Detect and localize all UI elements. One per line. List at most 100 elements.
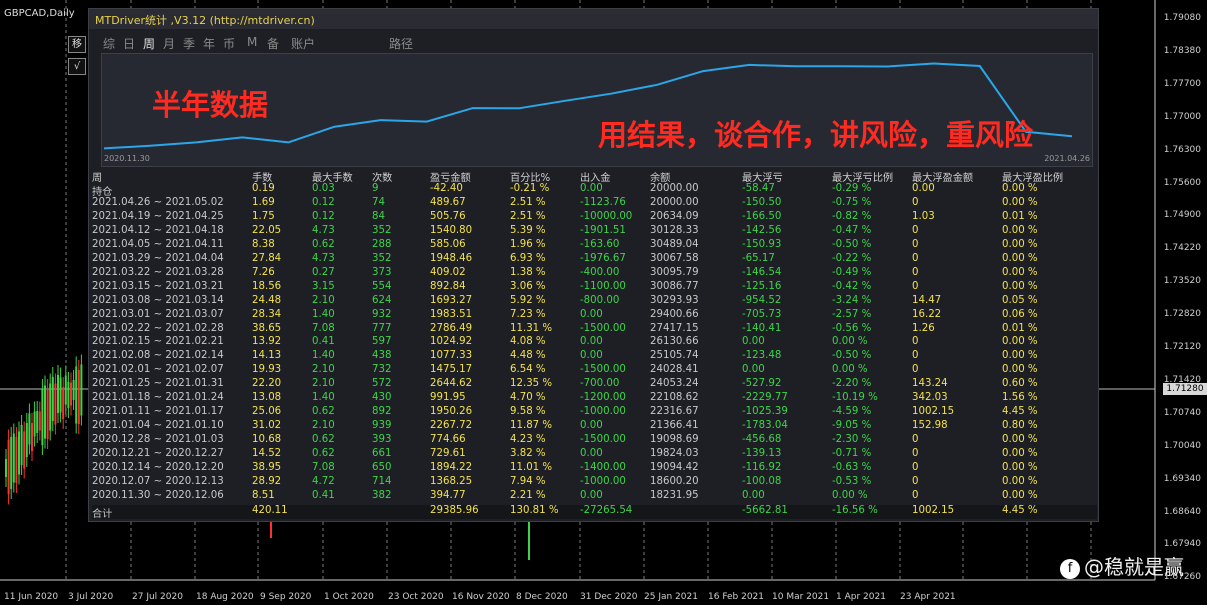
table-cell: -125.16	[742, 280, 782, 292]
table-cell: 729.61	[430, 448, 466, 460]
table-cell: 0.00 %	[1002, 489, 1038, 501]
table-cell: 2021.04.05 ~ 2021.04.11	[92, 238, 224, 250]
table-cell: -166.50	[742, 210, 782, 222]
table-row[interactable]: 2021.01.04 ~ 2021.01.10 31.02 2.10 939 2267.…	[92, 420, 1097, 434]
table-row[interactable]: 2021.03.15 ~ 2021.03.21 18.56 3.15 554 892.8…	[92, 281, 1097, 295]
tab-9[interactable]: 账户	[291, 35, 315, 52]
table-cell: 6.93 %	[510, 252, 546, 264]
table-cell: 1540.80	[430, 224, 473, 236]
table-row[interactable]: 2020.12.28 ~ 2021.01.03 10.68 0.62 393 774.6…	[92, 434, 1097, 448]
table-row[interactable]: 2020.11.30 ~ 2020.12.06 8.51 0.41 382 394.77…	[92, 490, 1097, 504]
table-row[interactable]: 2021.04.26 ~ 2021.05.02 1.69 0.12 74 489.67 2…	[92, 197, 1097, 211]
table-row[interactable]: 2021.01.25 ~ 2021.01.31 22.20 2.10 572 2644.…	[92, 378, 1097, 392]
table-cell: -0.63 %	[832, 462, 872, 473]
tab-7[interactable]: M	[247, 35, 257, 49]
table-cell: 30293.93	[650, 294, 699, 306]
table-row[interactable]: 2021.02.22 ~ 2021.02.28 38.65 7.08 777 2786.…	[92, 323, 1097, 337]
table-cell: -116.92	[742, 462, 782, 473]
table-cell: -139.13	[742, 448, 782, 460]
table-cell: 2.51 %	[510, 196, 546, 208]
table-cell: 0	[912, 475, 919, 487]
candle-body	[38, 411, 41, 431]
table-row[interactable]: 2021.02.08 ~ 2021.02.14 14.13 1.40 438 1077.…	[92, 350, 1097, 364]
table-summary-row[interactable]: 合计 420.11 29385.96 130.81 % -27265.54 -5662.8…	[92, 504, 1097, 520]
table-cell: 0.27	[312, 266, 335, 278]
table-row[interactable]: 2020.12.21 ~ 2020.12.27 14.52 0.62 661 729.6…	[92, 448, 1097, 462]
table-cell: 2021.04.12 ~ 2021.04.18	[92, 224, 224, 236]
candle-body	[528, 520, 530, 560]
table-row[interactable]: 2021.04.19 ~ 2021.04.25 1.75 0.12 84 505.76 2…	[92, 211, 1097, 225]
table-row[interactable]: 2021.04.05 ~ 2021.04.11 8.38 0.62 288 585.06…	[92, 239, 1097, 253]
table-row[interactable]: 2021.02.15 ~ 2021.02.21 13.92 0.41 597 1024.…	[92, 336, 1097, 350]
annotation-slogan: 用结果，谈合作，讲风险，重风险	[598, 118, 1034, 152]
table-cell: 2021.01.25 ~ 2021.01.31	[92, 378, 224, 390]
table-cell: 4.45 %	[1002, 504, 1038, 516]
table-cell: 4.70 %	[510, 392, 546, 404]
table-row[interactable]: 2021.01.18 ~ 2021.01.24 13.08 1.40 430 991.9…	[92, 392, 1097, 406]
tab-0[interactable]: 综	[103, 35, 115, 52]
tab-2[interactable]: 周	[143, 35, 155, 52]
candle-body	[77, 370, 80, 424]
current-price-tag: 1.71280	[1163, 383, 1207, 395]
table-cell: 0.62	[312, 448, 335, 460]
table-row[interactable]: 2021.01.11 ~ 2021.01.17 25.06 0.62 892 1950.…	[92, 406, 1097, 420]
table-cell: 2021.02.22 ~ 2021.02.28	[92, 322, 224, 334]
table-cell: 4.45 %	[1002, 406, 1038, 418]
table-cell: 394.77	[430, 489, 466, 501]
table-cell: -150.93	[742, 238, 782, 250]
table-row[interactable]: 2021.02.01 ~ 2021.02.07 19.93 2.10 732 1475.…	[92, 364, 1097, 378]
table-cell: 84	[372, 210, 385, 222]
table-cell: 373	[372, 266, 392, 278]
table-cell: 24028.41	[650, 364, 699, 376]
table-row[interactable]: 2021.03.08 ~ 2021.03.14 24.48 2.10 624 1693.…	[92, 295, 1097, 309]
tab-1[interactable]: 日	[123, 35, 135, 52]
table-cell: 20000.00	[650, 183, 699, 194]
table-row[interactable]: 2020.12.07 ~ 2020.12.13 28.92 4.72 714 1368.…	[92, 476, 1097, 490]
table-cell: 0.00 %	[1002, 252, 1038, 264]
tab-6[interactable]: 币	[223, 35, 235, 52]
date-axis-label: 25 Jan 2021	[644, 592, 698, 602]
table-row[interactable]: 持仓 0.19 0.03 9 -42.40 -0.21 % 0.00 20000.00 -58.…	[92, 183, 1097, 198]
table-row[interactable]: 2021.04.12 ~ 2021.04.18 22.05 4.73 352 1540.…	[92, 225, 1097, 239]
table-cell: 2021.03.01 ~ 2021.03.07	[92, 308, 224, 320]
table-cell: 4.73	[312, 252, 335, 264]
table-cell: -700.00	[580, 378, 620, 390]
table-cell: -0.22 %	[832, 252, 872, 264]
table-cell: 0.00 %	[1002, 434, 1038, 446]
table-cell: 0.00	[580, 489, 603, 501]
move-button[interactable]: 移	[68, 36, 86, 53]
table-cell: 1.03	[912, 210, 935, 222]
table-cell: 1368.25	[430, 475, 473, 487]
date-axis-label: 16 Feb 2021	[708, 592, 765, 602]
table-cell: -10000.00	[580, 210, 633, 222]
panel-titlebar[interactable]: MTDriver统计 ,V3.12 (http://mtdriver.cn)	[89, 9, 1098, 29]
table-cell: 5.92 %	[510, 294, 546, 306]
price-axis-label: 1.77000	[1163, 111, 1201, 122]
table-row[interactable]: 2020.12.14 ~ 2020.12.20 38.95 7.08 650 1894.…	[92, 462, 1097, 476]
watermark-text: @稳就是赢	[1084, 555, 1184, 579]
table-cell: 2.10	[312, 364, 335, 376]
check-button[interactable]: √	[68, 58, 86, 75]
table-row[interactable]: 2021.03.29 ~ 2021.04.04 27.84 4.73 352 1948.…	[92, 253, 1097, 267]
graph-start-date: 2020.11.30	[104, 154, 150, 163]
table-cell: 152.98	[912, 420, 948, 432]
table-cell: 2021.02.15 ~ 2021.02.21	[92, 336, 224, 348]
date-axis-label: 27 Jul 2020	[132, 592, 183, 602]
table-cell: 932	[372, 308, 392, 320]
tab-5[interactable]: 年	[203, 35, 215, 52]
table-cell: -58.47	[742, 183, 775, 194]
tab-3[interactable]: 月	[163, 35, 175, 52]
tab-10[interactable]: 路径	[389, 35, 413, 52]
date-axis-label: 23 Apr 2021	[900, 592, 956, 602]
table-cell: 0.00 %	[1002, 475, 1038, 487]
table-cell: -456.68	[742, 434, 782, 446]
table-cell: -0.29 %	[832, 183, 872, 194]
candle-body	[80, 364, 83, 416]
table-cell: 1.96 %	[510, 238, 546, 250]
table-row[interactable]: 2021.03.22 ~ 2021.03.28 7.26 0.27 373 409.02…	[92, 267, 1097, 281]
table-cell: -1901.51	[580, 224, 626, 236]
tab-4[interactable]: 季	[183, 35, 195, 52]
tab-8[interactable]: 备	[267, 35, 279, 52]
table-row[interactable]: 2021.03.01 ~ 2021.03.07 28.34 1.40 932 1983.…	[92, 309, 1097, 323]
table-cell: -16.56 %	[832, 504, 878, 516]
